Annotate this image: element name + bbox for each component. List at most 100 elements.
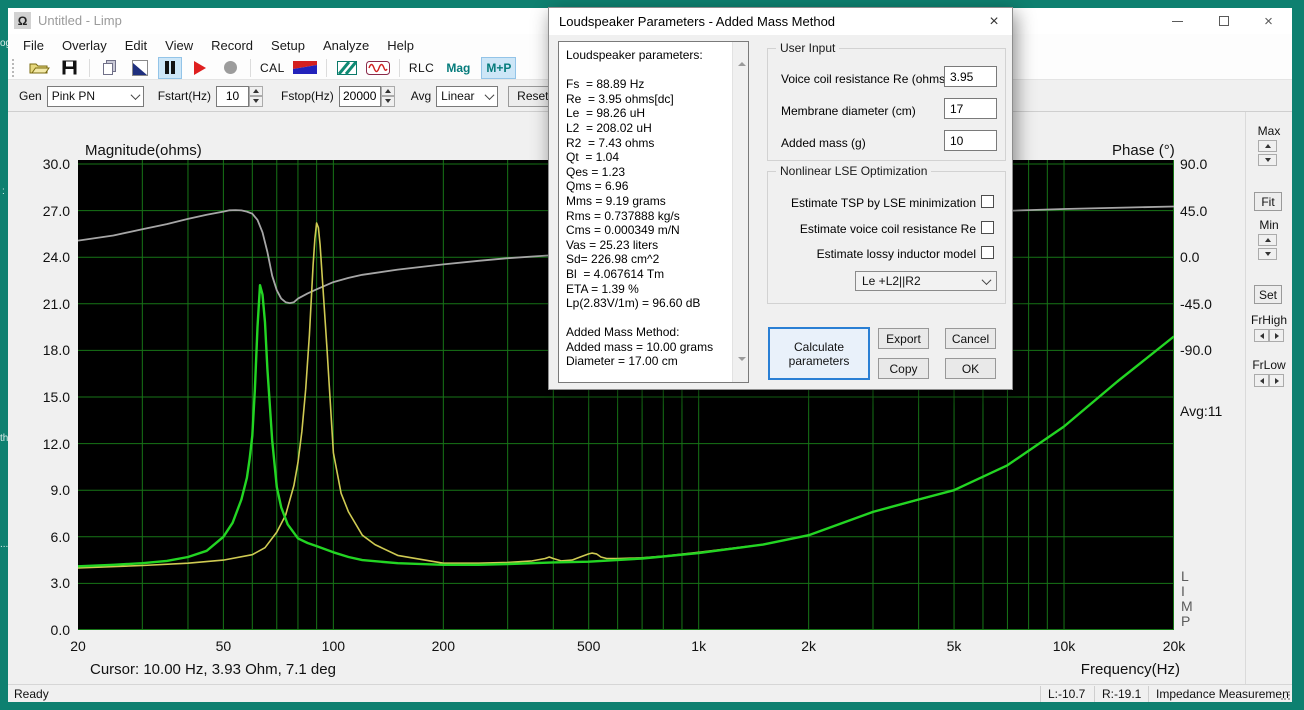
- toolbar-grip[interactable]: [12, 59, 16, 77]
- desktop-text-fragment: :: [2, 186, 5, 197]
- max-up-button[interactable]: [1258, 140, 1277, 152]
- estimate-tsp-checkbox[interactable]: [981, 195, 994, 208]
- inductor-model-select[interactable]: Le +L2||R2: [855, 271, 997, 291]
- menu-record[interactable]: Record: [202, 36, 262, 55]
- pause-button[interactable]: [158, 57, 182, 79]
- limp-watermark-letter: I: [1181, 583, 1185, 599]
- parameter-line: Qes = 1.23: [566, 165, 730, 180]
- mag-tick-label: 24.0: [26, 249, 70, 265]
- parameters-listbox[interactable]: Loudspeaker parameters: Fs = 88.89 HzRe …: [558, 41, 749, 383]
- rlc-button[interactable]: RLC: [408, 57, 436, 79]
- parameter-line: Sd= 226.98 cm^2: [566, 252, 730, 267]
- user-input-group: User Input Voice coil resistance Re (ohm…: [767, 48, 1006, 161]
- freq-tick-label: 2k: [779, 638, 839, 654]
- chevron-down-icon: [130, 90, 140, 100]
- record-stop-button[interactable]: [218, 57, 242, 79]
- frlow-left-button[interactable]: [1254, 374, 1269, 387]
- freq-tick-label: 1k: [669, 638, 729, 654]
- max-spinner[interactable]: [1258, 140, 1277, 168]
- copy-button[interactable]: Copy: [878, 358, 929, 379]
- mag-tick-label: 6.0: [26, 529, 70, 545]
- status-right-level: R:-19.1: [1102, 687, 1141, 701]
- re-field-input[interactable]: [944, 66, 997, 87]
- frhigh-right-button[interactable]: [1269, 329, 1284, 342]
- estimate-re-checkbox[interactable]: [981, 221, 994, 234]
- fstart-input[interactable]: [216, 86, 249, 107]
- parameter-line: [566, 63, 730, 78]
- dialog-title: Loudspeaker Parameters - Added Mass Meth…: [559, 14, 835, 29]
- status-mode: Impedance Measuremen: [1156, 687, 1289, 701]
- min-up-button[interactable]: [1258, 234, 1277, 246]
- mag-tick-label: 27.0: [26, 203, 70, 219]
- mag-tick-label: 15.0: [26, 389, 70, 405]
- averaging-select[interactable]: Linear: [436, 86, 498, 107]
- frhigh-label: FrHigh: [1246, 313, 1292, 327]
- close-button[interactable]: ×: [1246, 8, 1291, 34]
- mag-tick-label: 30.0: [26, 156, 70, 172]
- frlow-right-button[interactable]: [1269, 374, 1284, 387]
- magnitude-view-button[interactable]: Mag: [441, 57, 475, 79]
- freq-tick-label: 10k: [1034, 638, 1094, 654]
- calibrate-button[interactable]: CAL: [259, 57, 286, 79]
- chevron-down-icon: [982, 275, 992, 285]
- menu-setup[interactable]: Setup: [262, 36, 314, 55]
- estimate-inductor-checkbox[interactable]: [981, 246, 994, 259]
- parameter-line: Bl = 4.067614 Tm: [566, 267, 730, 282]
- frhigh-left-button[interactable]: [1254, 329, 1269, 342]
- min-spinner[interactable]: [1258, 234, 1277, 262]
- phase-tick-label: -90.0: [1180, 342, 1212, 358]
- spectrum-button[interactable]: [335, 57, 359, 79]
- menu-file[interactable]: File: [14, 36, 53, 55]
- scroll-up-icon[interactable]: [738, 45, 746, 63]
- signal-generator-button[interactable]: [365, 57, 391, 79]
- max-down-button[interactable]: [1258, 154, 1277, 166]
- resize-grip[interactable]: [1281, 691, 1290, 700]
- frlow-arrows[interactable]: [1254, 374, 1284, 387]
- record-start-button[interactable]: [188, 57, 212, 79]
- menu-view[interactable]: View: [156, 36, 202, 55]
- maximize-button[interactable]: [1201, 8, 1246, 34]
- parameter-line: Loudspeaker parameters:: [566, 48, 730, 63]
- fstart-spinner[interactable]: [249, 86, 263, 107]
- minimize-button[interactable]: [1155, 8, 1200, 34]
- listbox-scrollbar[interactable]: [732, 42, 748, 382]
- user-input-legend: User Input: [776, 41, 839, 55]
- b-a-compare-button[interactable]: [128, 57, 152, 79]
- generator-type-select[interactable]: Pink PN: [47, 86, 144, 107]
- freq-tick-label: 5k: [924, 638, 984, 654]
- freq-tick-label: 500: [559, 638, 619, 654]
- set-button[interactable]: Set: [1254, 285, 1282, 304]
- status-left-level: L:-10.7: [1048, 687, 1085, 701]
- menu-analyze[interactable]: Analyze: [314, 36, 378, 55]
- save-button[interactable]: [57, 57, 81, 79]
- menu-overlay[interactable]: Overlay: [53, 36, 116, 55]
- pages-icon: [102, 60, 118, 76]
- fstop-spinner[interactable]: [381, 86, 395, 107]
- fr-display-button[interactable]: [292, 57, 318, 79]
- open-file-button[interactable]: [27, 57, 51, 79]
- scroll-down-icon[interactable]: [738, 361, 746, 379]
- export-button[interactable]: Export: [878, 328, 929, 349]
- added-mass-field-input[interactable]: [944, 130, 997, 151]
- fit-button[interactable]: Fit: [1254, 192, 1282, 211]
- menu-help[interactable]: Help: [378, 36, 423, 55]
- ok-button[interactable]: OK: [945, 358, 996, 379]
- dialog-close-button[interactable]: ×: [978, 10, 1010, 33]
- min-down-button[interactable]: [1258, 248, 1277, 260]
- diameter-field-input[interactable]: [944, 98, 997, 119]
- mp-label: M+P: [482, 61, 515, 75]
- cancel-button[interactable]: Cancel: [945, 328, 996, 349]
- toolbar-separator: [89, 59, 90, 77]
- re-field-label: Voice coil resistance Re (ohms): [781, 72, 949, 86]
- calculate-parameters-button[interactable]: Calculate parameters: [768, 327, 870, 380]
- dialog-title-bar[interactable]: Loudspeaker Parameters - Added Mass Meth…: [549, 8, 1012, 35]
- menu-edit[interactable]: Edit: [116, 36, 156, 55]
- magnitude-phase-view-button[interactable]: M+P: [481, 57, 516, 79]
- frhigh-arrows[interactable]: [1254, 329, 1284, 342]
- fstop-input[interactable]: [339, 86, 381, 107]
- toolbar-separator: [326, 59, 327, 77]
- copy-curve-button[interactable]: [98, 57, 122, 79]
- added-mass-field-label: Added mass (g): [781, 136, 866, 150]
- magnitude-axis-title: Magnitude(ohms): [85, 142, 202, 159]
- parameter-line: [566, 311, 730, 326]
